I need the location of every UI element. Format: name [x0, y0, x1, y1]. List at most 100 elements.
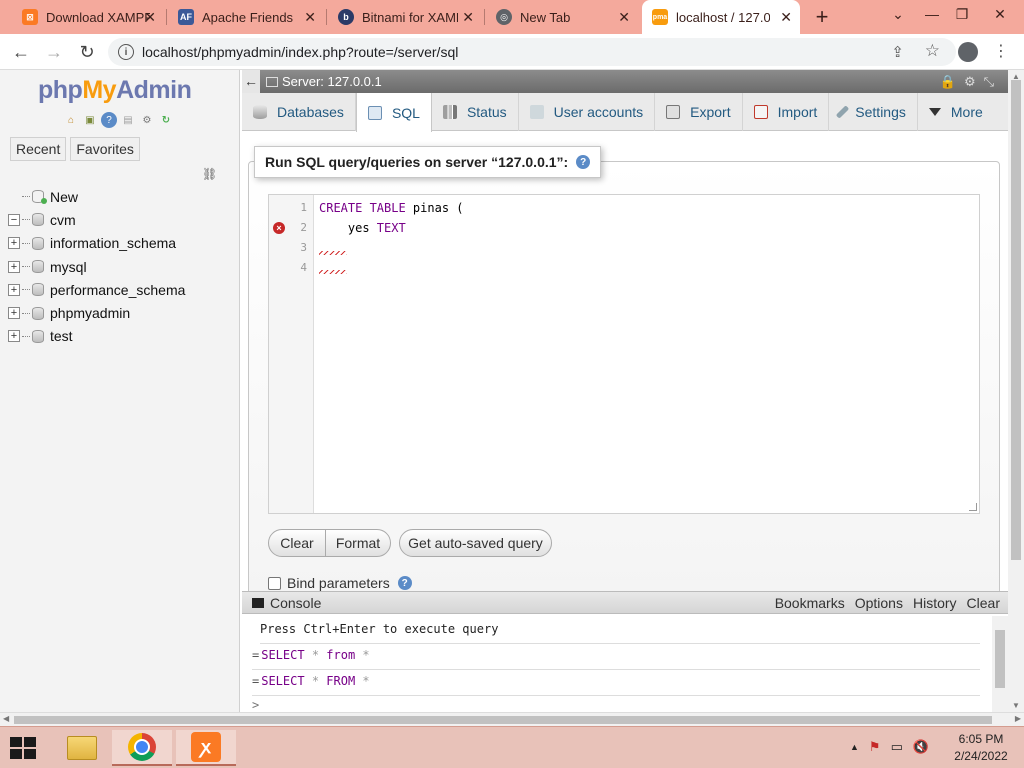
tree-item-test[interactable]: + test	[8, 325, 238, 348]
console-query[interactable]: = SELECT * FROM *	[252, 674, 980, 696]
close-icon[interactable]: ✕	[144, 9, 156, 26]
close-icon[interactable]: ✕	[618, 9, 630, 26]
page-vertical-scrollbar[interactable]: ▲ ▼	[1008, 70, 1024, 712]
collapse-icon[interactable]: ⤡	[984, 74, 994, 90]
console-input[interactable]: >	[252, 698, 980, 712]
tree-item-phpmyadmin[interactable]: + phpmyadmin	[8, 301, 238, 324]
bind-parameters-checkbox[interactable]	[268, 576, 281, 590]
tab-databases[interactable]: Databases	[242, 93, 356, 131]
expand-icon[interactable]: +	[8, 307, 20, 320]
volume-muted-icon[interactable]: 🔇	[913, 739, 929, 755]
close-icon[interactable]: ✕	[304, 9, 316, 26]
share-icon[interactable]: ⇪	[891, 43, 904, 61]
network-icon[interactable]: ▭	[891, 739, 903, 755]
format-button[interactable]: Format	[325, 529, 391, 557]
tree-item-label[interactable]: test	[50, 328, 73, 344]
expand-icon[interactable]: +	[8, 260, 20, 273]
bind-parameters-label[interactable]: Bind parameters	[287, 575, 390, 591]
tree-item-label[interactable]: performance_schema	[50, 282, 185, 298]
docs-icon[interactable]: ▤	[120, 112, 136, 128]
console-query[interactable]: = SELECT * from *	[252, 648, 980, 670]
scrollbar-thumb[interactable]	[995, 630, 1005, 688]
console-scrollbar[interactable]	[992, 616, 1008, 712]
link-with-main-panel-icon[interactable]: ⛓	[202, 167, 217, 181]
scroll-left-icon[interactable]: ◀	[3, 714, 9, 723]
tab-import[interactable]: Import	[743, 93, 830, 131]
tree-item-information-schema[interactable]: + information_schema	[8, 232, 238, 255]
tree-item-label[interactable]: information_schema	[50, 235, 176, 251]
tab-user-accounts[interactable]: User accounts	[519, 93, 656, 131]
tab-export[interactable]: Export	[655, 93, 743, 131]
tab-settings[interactable]: Settings	[829, 93, 918, 131]
show-hidden-icons-icon[interactable]: ▲	[850, 742, 859, 752]
taskbar-clock[interactable]: 6:05 PM 2/24/2022	[946, 731, 1016, 765]
help-icon[interactable]: ?	[397, 576, 412, 590]
error-icon[interactable]: ×	[273, 222, 285, 234]
expand-icon[interactable]: +	[8, 330, 20, 343]
browser-tab-phpmyadmin[interactable]: pma localhost / 127.0.0.1 ✕	[642, 0, 800, 34]
taskbar-chrome[interactable]	[112, 730, 172, 766]
minimize-button[interactable]: —	[922, 6, 942, 22]
tree-item-cvm[interactable]: − cvm	[8, 208, 238, 231]
tab-search-chevron-icon[interactable]: ⌄	[888, 6, 908, 23]
close-icon[interactable]: ✕	[780, 9, 792, 26]
browser-tab-new-tab[interactable]: ◎ New Tab ✕	[486, 0, 638, 34]
recent-tab[interactable]: Recent	[10, 137, 67, 161]
console-options-link[interactable]: Options	[855, 595, 903, 611]
expand-icon[interactable]: +	[8, 283, 20, 296]
tab-status[interactable]: Status	[432, 93, 519, 131]
expand-icon[interactable]: +	[8, 237, 20, 250]
reload-button[interactable]: ↻	[76, 41, 98, 63]
collapse-navigation-icon[interactable]: ←	[242, 70, 260, 93]
console-title[interactable]: Console	[270, 595, 321, 611]
logout-icon[interactable]: ▣	[82, 112, 98, 128]
scroll-down-icon[interactable]: ▼	[1012, 701, 1020, 710]
restore-button[interactable]: ❐	[952, 6, 972, 23]
help-icon[interactable]: ?	[576, 155, 591, 169]
tree-item-mysql[interactable]: + mysql	[8, 255, 238, 278]
windows-start-icon[interactable]	[10, 737, 36, 759]
gear-icon[interactable]: ⚙	[964, 74, 976, 90]
console-bar[interactable]: Console Bookmarks Options History Clear	[242, 592, 1008, 614]
tree-item-new[interactable]: New	[8, 185, 238, 208]
scrollbar-thumb[interactable]	[14, 716, 992, 724]
taskbar-xampp[interactable]: ꭗ	[176, 730, 236, 766]
bookmark-star-icon[interactable]: ☆	[925, 41, 940, 61]
lock-icon[interactable]: 🔒	[940, 74, 956, 90]
browser-tab-download-xampp[interactable]: ⊠ Download XAMPP ✕	[12, 0, 164, 34]
console-history-link[interactable]: History	[913, 595, 957, 611]
home-icon[interactable]: ⌂	[63, 112, 79, 128]
scrollbar-thumb[interactable]	[1011, 80, 1021, 560]
tree-item-performance-schema[interactable]: + performance_schema	[8, 278, 238, 301]
url-input[interactable]: i localhost/phpmyadmin/index.php?route=/…	[108, 38, 956, 66]
profile-avatar-icon[interactable]	[958, 42, 978, 62]
browser-tab-apache-friends[interactable]: AF Apache Friends Support ✕	[168, 0, 324, 34]
resize-grip-icon[interactable]	[969, 503, 977, 511]
action-center-flag-icon[interactable]: ⚑	[869, 739, 881, 755]
forward-button[interactable]: →	[43, 41, 65, 63]
back-button[interactable]: ←	[10, 41, 32, 63]
tree-item-label[interactable]: cvm	[50, 212, 76, 228]
tree-item-label[interactable]: mysql	[50, 259, 87, 275]
sql-editor[interactable]: 1 × 2 3 4 CREATE TABLE pinas ( yes TEXT	[268, 194, 980, 514]
browser-tab-bitnami[interactable]: b Bitnami for XAMPP ✕	[328, 0, 482, 34]
tab-sql[interactable]: SQL	[355, 93, 432, 132]
window-close-button[interactable]: ✕	[990, 6, 1010, 23]
tab-more[interactable]: More	[918, 93, 987, 131]
get-auto-saved-query-button[interactable]: Get auto-saved query	[399, 529, 552, 557]
server-breadcrumb[interactable]: Server: 127.0.0.1	[282, 74, 382, 89]
tree-item-label[interactable]: phpmyadmin	[50, 305, 130, 321]
tree-item-label[interactable]: New	[50, 189, 78, 205]
site-info-icon[interactable]: i	[118, 44, 134, 60]
new-tab-button[interactable]: +	[810, 4, 834, 30]
page-horizontal-scrollbar[interactable]: ◀ ▶	[0, 712, 1024, 726]
settings-icon[interactable]: ⚙	[139, 112, 155, 128]
scroll-right-icon[interactable]: ▶	[1015, 714, 1021, 723]
clear-button[interactable]: Clear	[268, 529, 326, 557]
help-icon[interactable]: ?	[101, 112, 117, 128]
phpmyadmin-logo[interactable]: phpMyAdmin	[38, 76, 192, 105]
reload-icon[interactable]: ↻	[158, 112, 174, 128]
collapse-icon[interactable]: −	[8, 213, 20, 226]
browser-menu-icon[interactable]: ⋮	[993, 42, 1009, 62]
console-clear-link[interactable]: Clear	[967, 595, 1000, 611]
